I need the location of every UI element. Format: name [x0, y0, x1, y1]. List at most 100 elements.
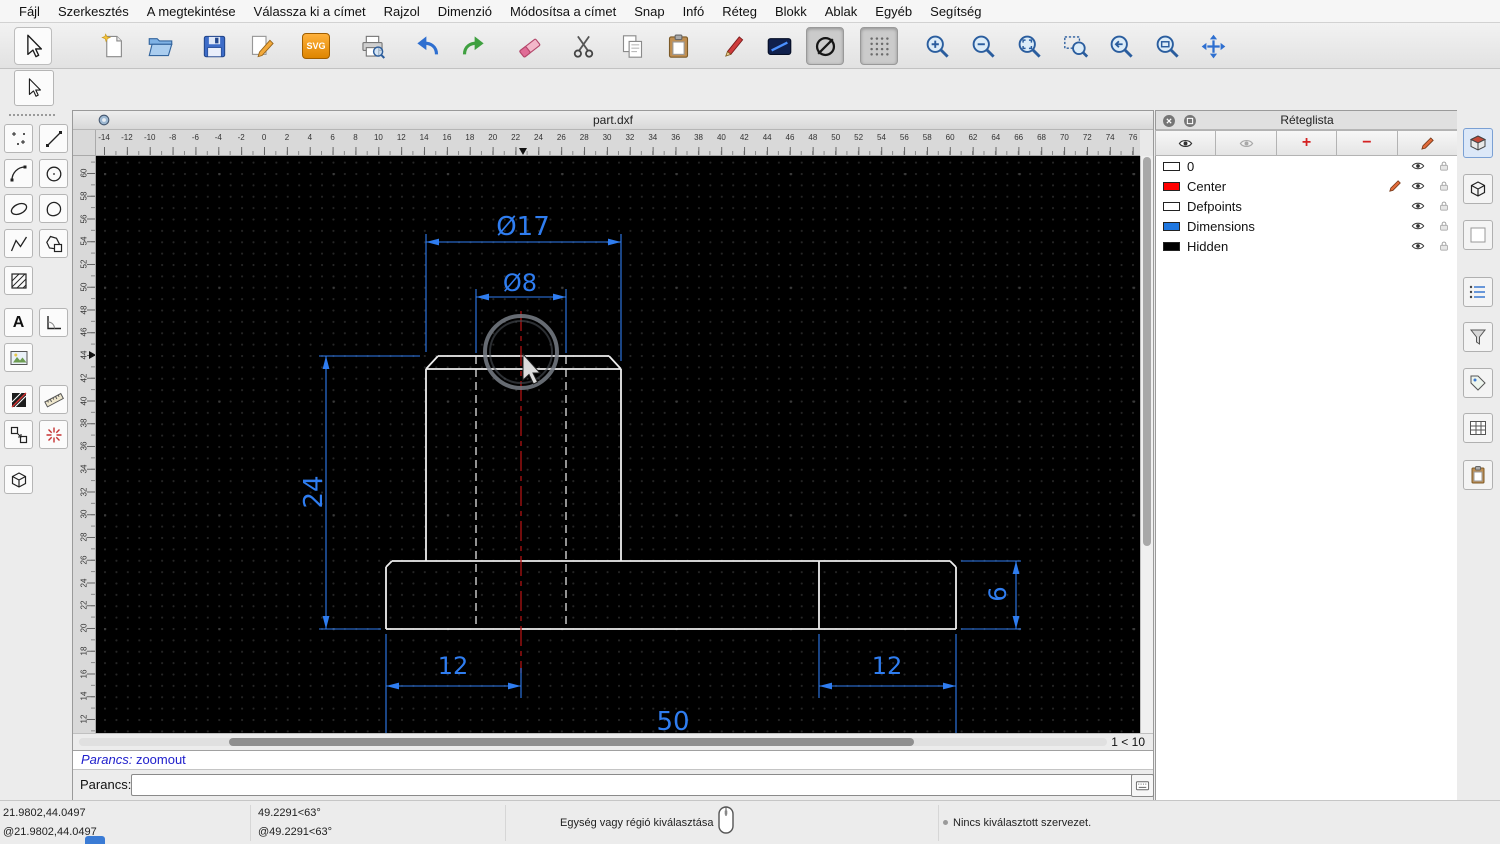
zoom-previous-button[interactable]: [1102, 27, 1140, 65]
layer-row[interactable]: Hidden: [1156, 236, 1458, 256]
layer-lock-icon[interactable]: [1438, 180, 1450, 192]
palette-polygon-tool[interactable]: [39, 229, 68, 258]
layer-row[interactable]: Center: [1156, 176, 1458, 196]
horizontal-scrollbar[interactable]: 1 < 10: [73, 733, 1153, 750]
menu-item[interactable]: A megtekintése: [138, 4, 245, 19]
copy-button[interactable]: [613, 27, 651, 65]
palette-text-tool[interactable]: A: [4, 308, 33, 337]
palette-polyline-tool[interactable]: [4, 229, 33, 258]
zoom-in-button[interactable]: [918, 27, 956, 65]
palette-point-tool[interactable]: [4, 124, 33, 153]
export-svg-button[interactable]: SVG: [297, 27, 335, 65]
palette-spline-tool[interactable]: [39, 194, 68, 223]
layer-lock-icon[interactable]: [1438, 160, 1450, 172]
menu-item[interactable]: Infó: [674, 4, 714, 19]
block-list-button[interactable]: [1463, 174, 1493, 204]
palette-3d-tool[interactable]: [4, 465, 33, 494]
clipboard-panel-button[interactable]: [1463, 460, 1493, 490]
menu-item[interactable]: Ablak: [816, 4, 867, 19]
zoom-out-button[interactable]: [964, 27, 1002, 65]
layer-visibility-icon[interactable]: [1411, 239, 1425, 253]
scrollbar-thumb[interactable]: [229, 738, 914, 746]
layer-edit-pencil-icon[interactable]: [1388, 179, 1402, 193]
layer-row[interactable]: 0: [1156, 156, 1458, 176]
show-all-layers-button[interactable]: [1155, 130, 1217, 156]
palette-image-tool[interactable]: [4, 343, 33, 372]
command-input[interactable]: [131, 774, 1137, 796]
hide-all-layers-button[interactable]: [1215, 130, 1277, 156]
layer-lock-icon[interactable]: [1438, 240, 1450, 252]
zoom-auto-button[interactable]: [1010, 27, 1048, 65]
save-as-button[interactable]: [242, 27, 280, 65]
document-titlebar[interactable]: part.dxf: [73, 111, 1153, 130]
layer-color-swatch[interactable]: [1163, 241, 1180, 251]
menu-item[interactable]: Módosítsa a címet: [501, 4, 625, 19]
palette-select-tool[interactable]: [14, 70, 54, 106]
layer-row[interactable]: Defpoints: [1156, 196, 1458, 216]
zoom-region-button[interactable]: [1056, 27, 1094, 65]
palette-circle-tool[interactable]: [39, 159, 68, 188]
layer-visibility-icon[interactable]: [1411, 199, 1425, 213]
redo-button[interactable]: [454, 27, 492, 65]
new-file-button[interactable]: [94, 27, 132, 65]
layer-visibility-icon[interactable]: [1411, 219, 1425, 233]
undo-button[interactable]: [408, 27, 446, 65]
palette-explode-tool[interactable]: [39, 420, 68, 449]
palette-corner-tool[interactable]: [39, 308, 68, 337]
tag-panel-button[interactable]: [1463, 368, 1493, 398]
filter-button[interactable]: [1463, 322, 1493, 352]
menu-item[interactable]: Rajzol: [375, 4, 429, 19]
palette-modify-tool[interactable]: [4, 420, 33, 449]
property-table-button[interactable]: [1463, 413, 1493, 443]
layer-color-swatch[interactable]: [1163, 201, 1180, 211]
delete-button[interactable]: [510, 27, 548, 65]
circle-tool-button[interactable]: [806, 27, 844, 65]
print-preview-button[interactable]: [353, 27, 391, 65]
layer-color-swatch[interactable]: [1163, 181, 1180, 191]
zoom-pan-button[interactable]: [1194, 27, 1232, 65]
layer-visibility-icon[interactable]: [1411, 179, 1425, 193]
menu-item[interactable]: Snap: [625, 4, 673, 19]
menu-item[interactable]: Dimenzió: [429, 4, 501, 19]
vertical-scrollbar[interactable]: [1140, 156, 1153, 733]
blank-panel-button[interactable]: [1463, 220, 1493, 250]
save-button[interactable]: [195, 27, 233, 65]
paste-button[interactable]: [659, 27, 697, 65]
dimension-texts[interactable]: Ø17 Ø8 24 6 12 12 50: [299, 212, 1012, 737]
palette-measure-tool[interactable]: [39, 385, 68, 414]
menu-item[interactable]: Egyéb: [866, 4, 921, 19]
open-file-button[interactable]: [141, 27, 179, 65]
edit-layer-button[interactable]: [1396, 130, 1459, 156]
menu-item[interactable]: Válassza ki a címet: [245, 4, 375, 19]
layer-lock-icon[interactable]: [1438, 220, 1450, 232]
layer-color-swatch[interactable]: [1163, 221, 1180, 231]
menu-item[interactable]: Fájl: [10, 4, 49, 19]
remove-layer-button[interactable]: −: [1336, 130, 1398, 156]
pen-edit-button[interactable]: [713, 27, 751, 65]
palette-arc-tool[interactable]: [4, 159, 33, 188]
snap-grid-button[interactable]: [860, 27, 898, 65]
palette-ellipse-tool[interactable]: [4, 194, 33, 223]
select-tool-button[interactable]: [14, 27, 52, 65]
attributes-button[interactable]: [760, 27, 798, 65]
drawing-canvas[interactable]: Ø17 Ø8 24 6 12 12 50: [96, 156, 1140, 737]
palette-dimension-tool[interactable]: [4, 385, 33, 414]
menu-item[interactable]: Segítség: [921, 4, 990, 19]
menu-item[interactable]: Blokk: [766, 4, 816, 19]
part-outline[interactable]: [385, 355, 957, 630]
layer-color-swatch[interactable]: [1163, 161, 1180, 171]
palette-hatch-tool[interactable]: [4, 266, 33, 295]
cut-button[interactable]: [564, 27, 602, 65]
command-options-button[interactable]: [1131, 774, 1154, 797]
menu-item[interactable]: Réteg: [713, 4, 766, 19]
zoom-window-button[interactable]: [1148, 27, 1186, 65]
scrollbar-thumb[interactable]: [1143, 157, 1151, 546]
menu-item[interactable]: Szerkesztés: [49, 4, 138, 19]
library-browser-button[interactable]: [1463, 128, 1493, 158]
entity-list-button[interactable]: [1463, 277, 1493, 307]
layer-row[interactable]: Dimensions: [1156, 216, 1458, 236]
dimension-lines[interactable]: [319, 234, 1021, 733]
add-layer-button[interactable]: +: [1275, 130, 1338, 156]
layer-visibility-icon[interactable]: [1411, 159, 1425, 173]
layer-lock-icon[interactable]: [1438, 200, 1450, 212]
